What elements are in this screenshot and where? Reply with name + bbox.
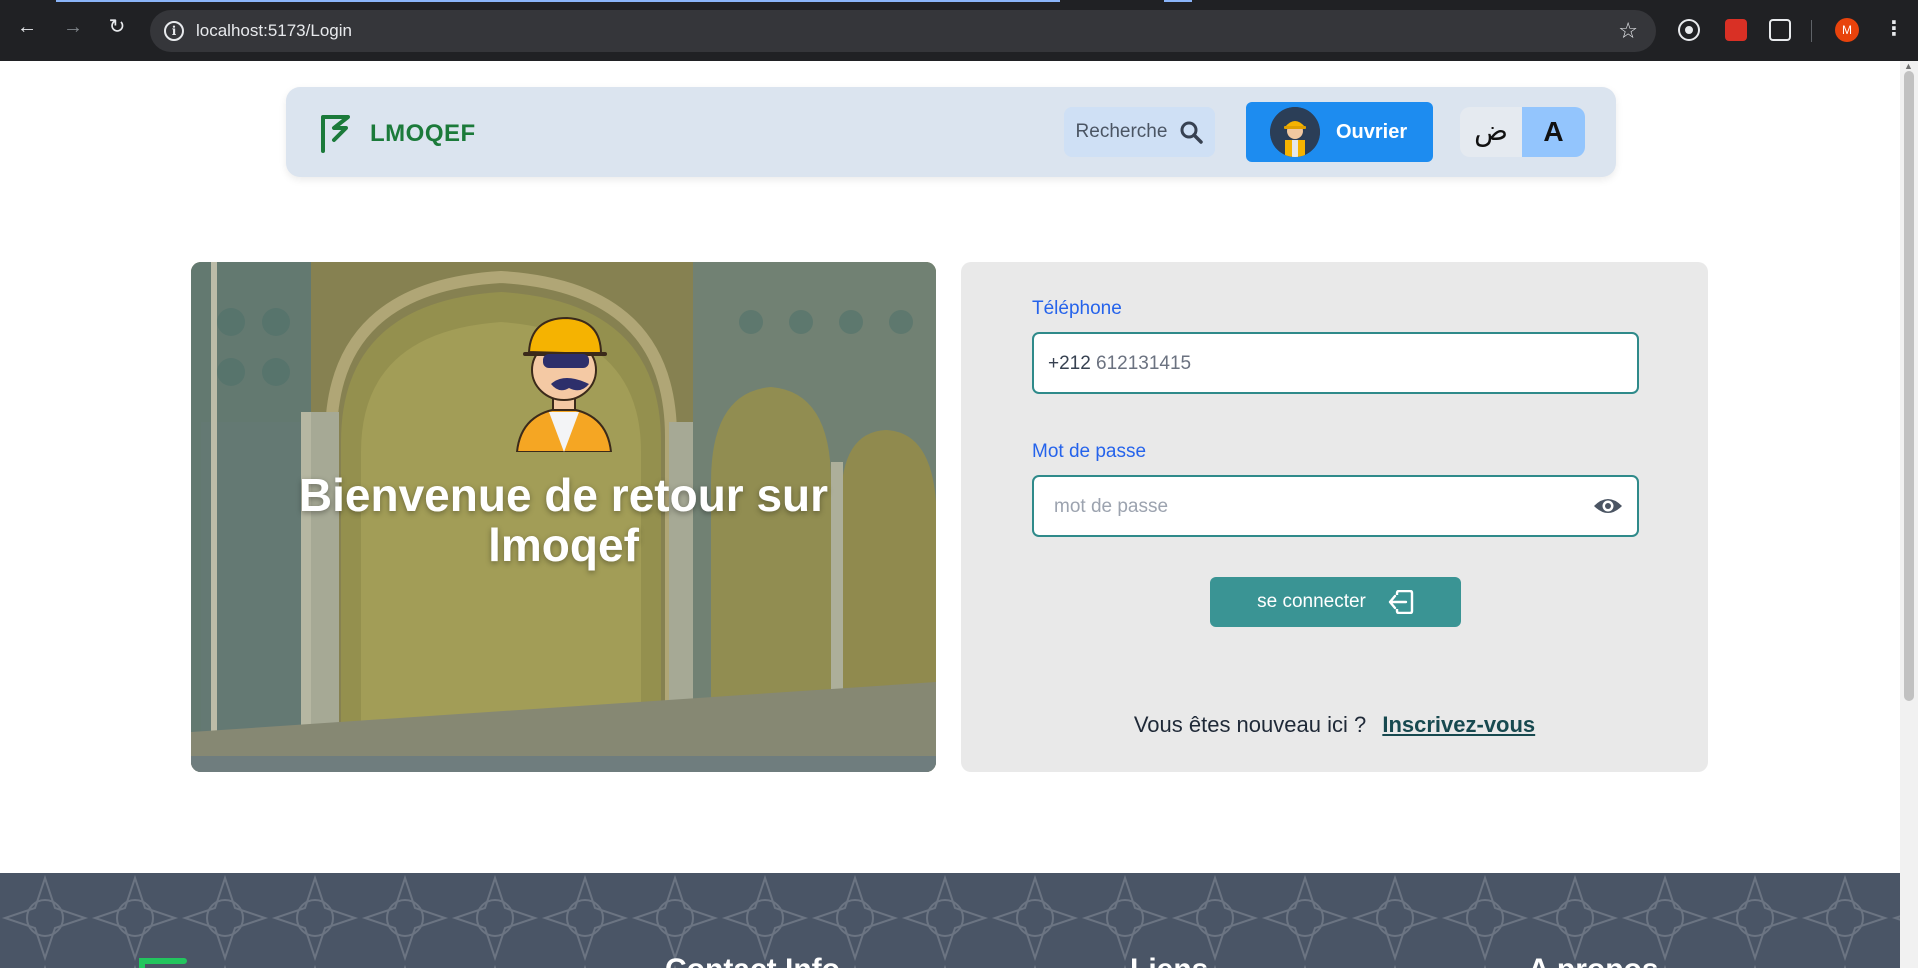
hero-title: Bienvenue de retour sur lmoqef: [298, 469, 829, 571]
footer-heading-contact: Contact Info: [665, 953, 840, 968]
search-icon: [1180, 121, 1204, 144]
language-switcher: ض A: [1460, 107, 1585, 157]
signup-link[interactable]: Inscrivez-vous: [1382, 712, 1535, 737]
lang-latin-button[interactable]: A: [1522, 107, 1585, 157]
eye-icon[interactable]: [1593, 494, 1623, 518]
role-label: Ouvrier: [1336, 120, 1408, 143]
signup-prompt: Vous êtes nouveau ici ?: [1133, 712, 1367, 737]
page: LMOQEF Recherche Ouvrier ض A Bienvenue d…: [0, 61, 1900, 968]
extension-icon[interactable]: [1680, 21, 1698, 39]
tab-indicator: [56, 0, 1060, 2]
bookmark-star-icon[interactable]: ☆: [1618, 18, 1638, 44]
login-button-label: se connecter: [1257, 591, 1366, 612]
phone-label: Téléphone: [1032, 298, 1122, 319]
login-arrow-icon: [1388, 590, 1414, 614]
extensions-puzzle-icon[interactable]: [1769, 19, 1791, 41]
password-label: Mot de passe: [1032, 441, 1147, 462]
browser-menu-icon[interactable]: ⋮: [1884, 16, 1904, 41]
password-input[interactable]: [1054, 487, 1574, 527]
brand-name: LMOQEF: [370, 120, 476, 147]
search-label: Recherche: [1075, 121, 1168, 142]
welcome-hero: Bienvenue de retour sur lmoqef: [191, 262, 936, 772]
tab-indicator: [1164, 0, 1192, 2]
extension-icon[interactable]: [1725, 19, 1747, 41]
footer-logo-icon: [139, 958, 187, 968]
phone-input[interactable]: [1096, 344, 1616, 384]
address-bar[interactable]: i localhost:5173/Login ☆: [150, 10, 1656, 52]
footer-heading-links: Liens: [1130, 953, 1208, 968]
footer-heading-about: A propos: [1528, 953, 1659, 968]
scroll-thumb[interactable]: [1904, 71, 1914, 701]
browser-chrome: ← → ↻ i localhost:5173/Login ☆ M ⋮: [0, 0, 1918, 61]
toolbar-divider: [1811, 20, 1812, 42]
signup-row: Vous êtes nouveau ici ? Inscrivez-vous: [961, 712, 1708, 738]
scroll-up-icon[interactable]: ▲: [1904, 61, 1913, 71]
login-form: Téléphone +212 Mot de passe se connecter…: [961, 262, 1708, 772]
footer: Contact Info Liens A propos: [0, 873, 1900, 968]
lmoqef-logo-icon: [321, 115, 350, 153]
brand-logo[interactable]: LMOQEF: [320, 114, 476, 154]
page-scrollbar[interactable]: ▲: [1900, 61, 1918, 968]
login-button[interactable]: se connecter: [1210, 577, 1461, 627]
site-info-icon[interactable]: i: [164, 21, 184, 41]
url-text[interactable]: localhost:5173/Login: [196, 21, 352, 41]
forward-icon[interactable]: →: [60, 14, 86, 40]
phone-field[interactable]: +212: [1032, 332, 1639, 394]
lang-arabic-button[interactable]: ض: [1460, 107, 1522, 157]
worker-avatar: [1270, 107, 1320, 157]
back-icon[interactable]: ←: [14, 14, 40, 40]
country-code: +212: [1048, 353, 1091, 374]
profile-avatar[interactable]: M: [1835, 18, 1859, 42]
search-button[interactable]: Recherche: [1064, 107, 1215, 157]
worker-illustration: [515, 316, 613, 452]
password-field[interactable]: [1032, 475, 1639, 537]
reload-icon[interactable]: ↻: [104, 14, 130, 40]
hero-bottom-strip: [191, 756, 936, 772]
top-navbar: LMOQEF Recherche Ouvrier ض A: [286, 87, 1616, 177]
role-selector-button[interactable]: Ouvrier: [1246, 102, 1433, 162]
